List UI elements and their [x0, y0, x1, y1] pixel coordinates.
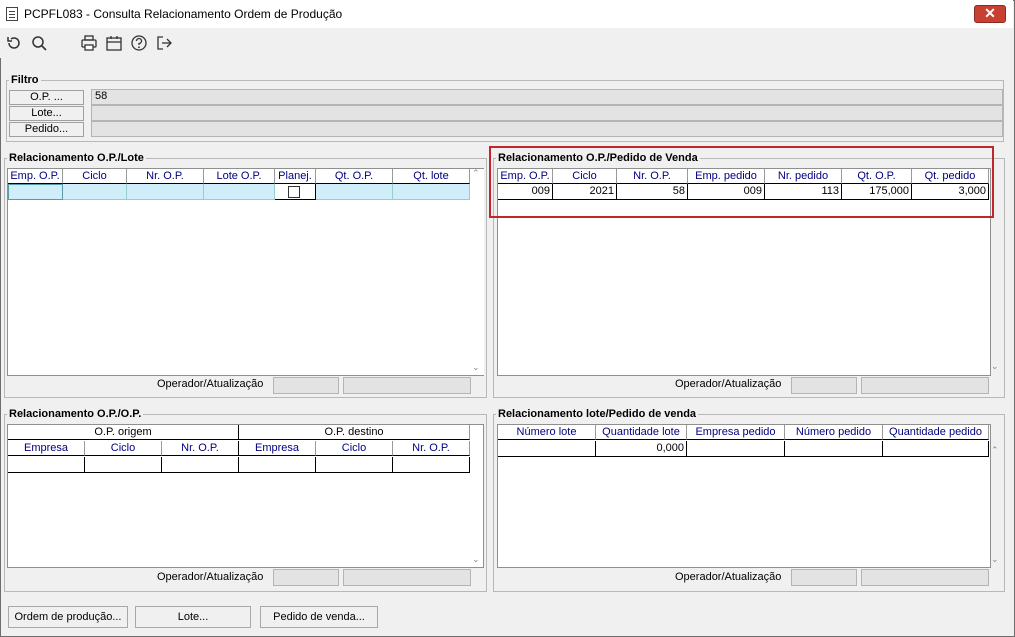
table-cell[interactable] — [393, 457, 470, 473]
help-icon[interactable] — [130, 34, 148, 52]
group-header-destino: O.P. destino — [239, 425, 470, 440]
op-button[interactable]: O.P. ... — [9, 90, 84, 105]
table-cell[interactable]: 0,000 — [596, 441, 687, 457]
column-header[interactable]: Nr. O.P. — [127, 169, 204, 184]
lote-pedido-legend: Relacionamento lote/Pedido de venda — [498, 408, 697, 420]
column-header[interactable]: Empresa — [239, 441, 316, 456]
table-cell[interactable] — [316, 457, 393, 473]
column-header[interactable]: Qt. lote — [393, 169, 470, 184]
highlight-annotation — [489, 146, 994, 218]
pedido-field[interactable] — [91, 121, 1003, 137]
group-header-origem: O.P. origem — [8, 425, 239, 440]
column-header[interactable]: Ciclo — [316, 441, 393, 456]
toolbar — [0, 28, 1013, 58]
planej-cell — [275, 184, 316, 200]
table-cell[interactable] — [85, 457, 162, 473]
document-icon — [6, 7, 18, 21]
table-cell[interactable] — [204, 184, 275, 200]
lote-nav-button[interactable]: Lote... — [135, 606, 251, 628]
close-button[interactable]: ✕ — [974, 5, 1006, 23]
ordem-producao-button[interactable]: Ordem de produção... — [8, 606, 128, 628]
operador-field — [273, 569, 339, 586]
atualizacao-field — [343, 569, 471, 586]
column-header[interactable]: Ciclo — [85, 441, 162, 456]
lote-button[interactable]: Lote... — [9, 106, 84, 121]
column-header[interactable]: Número pedido — [785, 425, 883, 440]
pedido-venda-button[interactable]: Pedido de venda... — [260, 606, 378, 628]
op-field[interactable]: 58 — [91, 89, 1003, 105]
column-header[interactable]: Empresa pedido — [687, 425, 785, 440]
scroll-down-icon[interactable]: ⌄ — [472, 555, 482, 565]
column-header[interactable]: Emp. O.P. — [8, 169, 63, 184]
operador-field — [273, 377, 339, 394]
lote-pedido-grid[interactable]: Número lote Quantidade lote Empresa pedi… — [497, 424, 991, 568]
column-header[interactable]: Ciclo — [63, 169, 127, 184]
op-op-grid[interactable]: O.P. origem O.P. destino Empresa Ciclo N… — [7, 424, 484, 568]
search-icon[interactable] — [30, 34, 48, 52]
atualizacao-field — [861, 569, 989, 586]
operador-label: Operador/Atualização — [675, 571, 782, 583]
planej-checkbox[interactable] — [288, 186, 300, 198]
op-lote-legend: Relacionamento O.P./Lote — [9, 152, 144, 164]
column-header[interactable]: Quantidade lote — [596, 425, 687, 440]
title-bar: PCPFL083 - Consulta Relacionamento Ordem… — [0, 0, 1013, 28]
operador-label: Operador/Atualização — [157, 571, 264, 583]
column-header[interactable]: Número lote — [498, 425, 596, 440]
scroll-up-icon[interactable]: ⌃ — [472, 169, 481, 178]
column-header[interactable]: Quantidade pedido — [883, 425, 989, 440]
window-title: PCPFL083 - Consulta Relacionamento Ordem… — [24, 7, 343, 21]
table-cell[interactable] — [63, 184, 127, 200]
column-header[interactable]: Empresa — [8, 441, 85, 456]
operador-field — [791, 569, 857, 586]
column-header[interactable]: Lote O.P. — [204, 169, 275, 184]
operador-field — [791, 377, 857, 394]
scroll-down-icon[interactable]: ⌄ — [991, 362, 1001, 372]
table-cell[interactable] — [498, 441, 596, 457]
operador-label: Operador/Atualização — [157, 378, 264, 390]
table-cell[interactable] — [8, 184, 63, 200]
exit-icon[interactable] — [155, 34, 173, 52]
table-cell[interactable] — [239, 457, 316, 473]
calendar-icon[interactable] — [105, 34, 123, 52]
filtro-legend: Filtro — [11, 74, 39, 86]
table-cell[interactable] — [162, 457, 239, 473]
table-cell[interactable] — [687, 441, 785, 457]
table-cell[interactable] — [8, 457, 85, 473]
column-header[interactable]: Planej. — [275, 169, 316, 184]
column-header[interactable]: Nr. O.P. — [393, 441, 470, 456]
operador-label: Operador/Atualização — [675, 378, 782, 390]
table-cell[interactable] — [883, 441, 989, 457]
scroll-down-icon[interactable]: ⌄ — [472, 363, 481, 372]
atualizacao-field — [343, 377, 471, 394]
scroll-down-icon[interactable]: ⌄ — [991, 555, 1001, 565]
atualizacao-field — [861, 377, 989, 394]
column-header[interactable]: Qt. O.P. — [316, 169, 393, 184]
pedido-button[interactable]: Pedido... — [9, 122, 84, 137]
column-header[interactable]: Nr. O.P. — [162, 441, 239, 456]
op-lote-grid[interactable]: Emp. O.P. Ciclo Nr. O.P. Lote O.P. Plane… — [7, 168, 484, 376]
table-cell[interactable] — [316, 184, 393, 200]
print-icon[interactable] — [80, 34, 98, 52]
table-cell[interactable] — [785, 441, 883, 457]
op-op-legend: Relacionamento O.P./O.P. — [9, 408, 142, 420]
lote-field[interactable] — [91, 105, 1003, 121]
table-cell[interactable] — [393, 184, 470, 200]
table-cell[interactable] — [127, 184, 204, 200]
scroll-up-icon[interactable]: ⌃ — [991, 446, 1001, 456]
vertical-scrollbar[interactable]: ⌃ ⌄ — [470, 169, 484, 375]
refresh-icon[interactable] — [5, 34, 23, 52]
